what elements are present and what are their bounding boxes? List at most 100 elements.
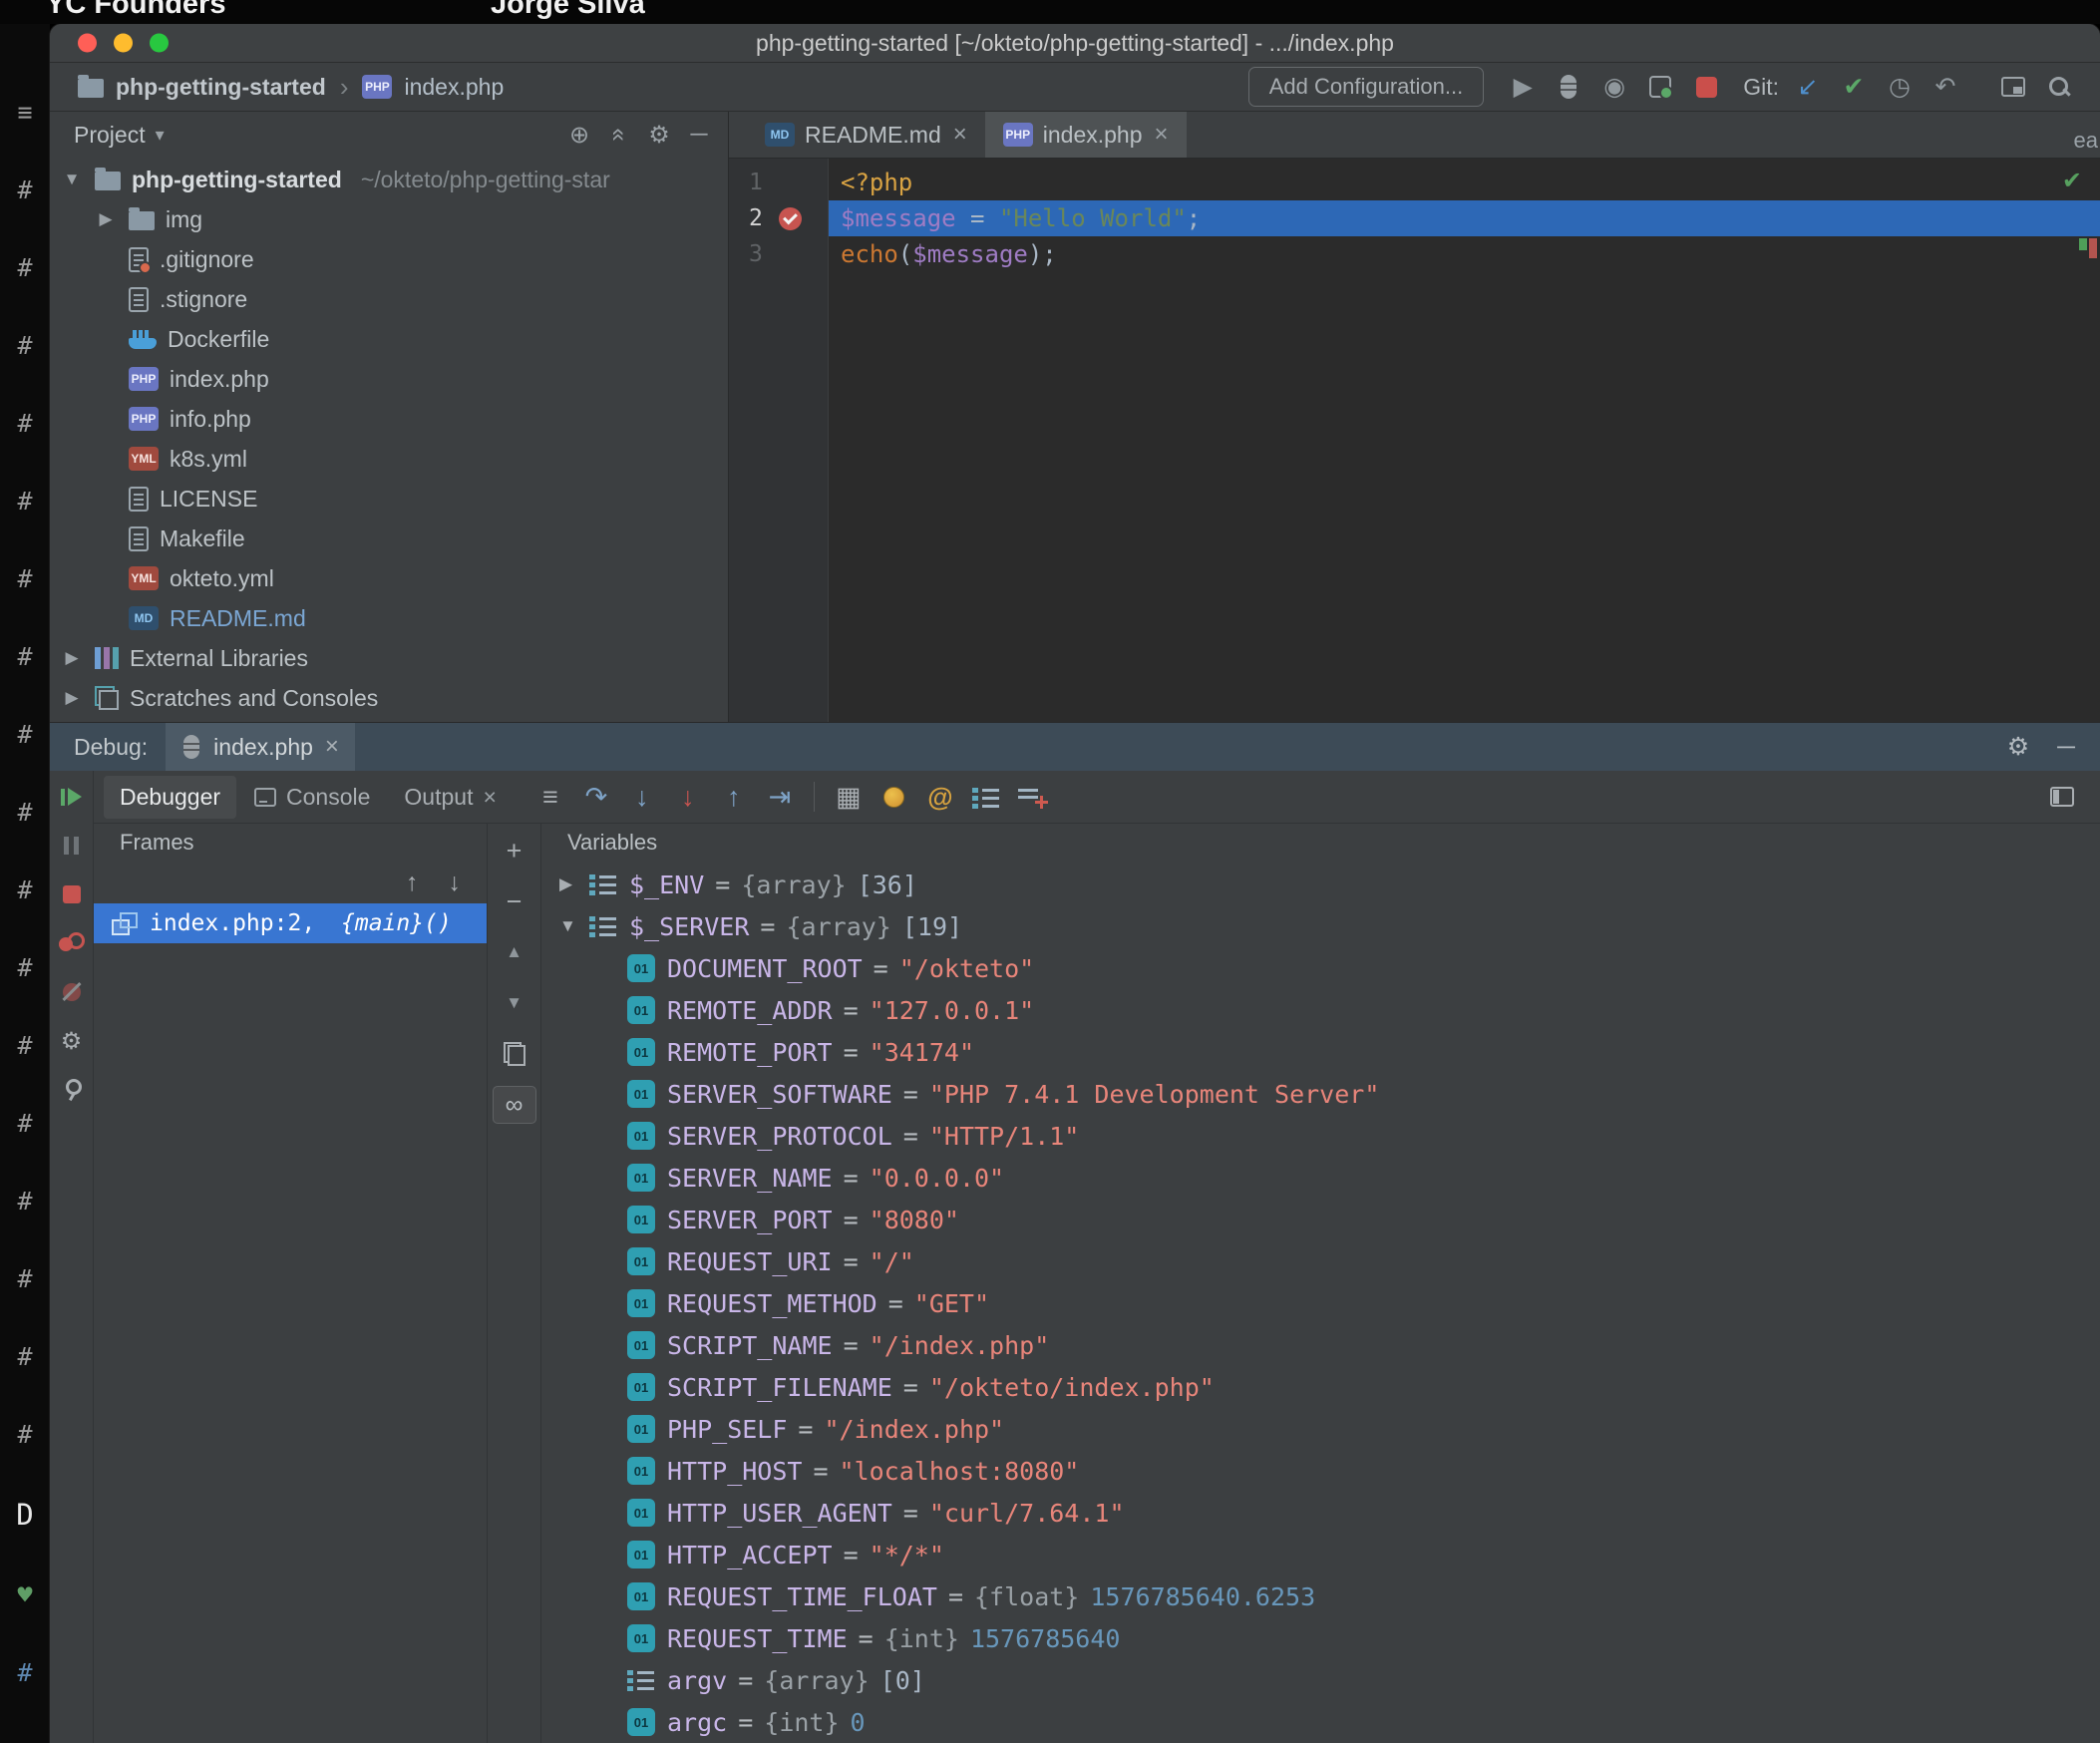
code-line[interactable]: <?php <box>829 165 2100 200</box>
variable-row[interactable]: 01 SCRIPT_NAME = "/index.php" <box>541 1324 2100 1366</box>
tree-row-root[interactable]: ▼ php-getting-started ~/okteto/php-getti… <box>50 160 728 199</box>
hide-panel-button[interactable]: ─ <box>680 116 718 154</box>
add-to-watches-button[interactable] <box>1010 776 1054 818</box>
gutter-line[interactable]: 1 <box>729 165 828 200</box>
tab-debugger[interactable]: Debugger <box>104 776 236 819</box>
chevron-down-icon[interactable]: ▼ <box>559 916 589 936</box>
restore-layout-button[interactable] <box>2040 776 2084 818</box>
add-configuration-button[interactable]: Add Configuration... <box>1248 67 1484 107</box>
frame-up-button[interactable]: ↑ <box>406 869 419 897</box>
debug-button[interactable] <box>1548 66 1589 108</box>
run-to-cursor-button[interactable]: ⇥ <box>758 776 802 818</box>
project-panel-header[interactable]: Project ▾ ⊕ « ⚙ ─ <box>50 112 728 158</box>
variable-row[interactable]: 01 HTTP_ACCEPT = "*/*" <box>541 1534 2100 1575</box>
line-number[interactable]: 1 <box>749 170 763 195</box>
editor-tab-readme[interactable]: MD README.md × <box>747 112 985 158</box>
tree-row[interactable]: ▶ img <box>50 199 728 239</box>
step-into-button[interactable]: ↓ <box>620 776 664 818</box>
stop-button[interactable] <box>55 878 89 910</box>
breadcrumb-project[interactable]: php-getting-started <box>116 74 326 101</box>
run-button[interactable]: ▶ <box>1502 66 1544 108</box>
variable-row[interactable]: 01 SERVER_PROTOCOL = "HTTP/1.1" <box>541 1115 2100 1157</box>
tree-row[interactable]: MD README.md <box>50 598 728 638</box>
tree-row[interactable]: .gitignore <box>50 239 728 279</box>
line-number[interactable]: 3 <box>749 241 763 267</box>
annotations-button[interactable]: @ <box>918 776 962 818</box>
variable-row[interactable]: 01 SERVER_PORT = "8080" <box>541 1199 2100 1240</box>
inspections-ok-icon[interactable]: ✔ <box>2062 167 2082 195</box>
debug-header[interactable]: Debug: index.php × ⚙ ─ <box>50 723 2100 771</box>
php-listen-button[interactable] <box>873 776 916 818</box>
line-number[interactable]: 2 <box>749 205 763 231</box>
hide-debug-panel-button[interactable]: ─ <box>2046 727 2086 767</box>
editor-tab-index-php[interactable]: PHP index.php × <box>985 112 1187 158</box>
variable-row[interactable]: 01 PHP_SELF = "/index.php" <box>541 1408 2100 1450</box>
chevron-right-icon[interactable]: ▶ <box>60 688 84 708</box>
close-icon[interactable]: × <box>953 121 967 149</box>
variable-row[interactable]: 01 REQUEST_TIME_FLOAT = {float} 15767856… <box>541 1575 2100 1617</box>
pause-button[interactable] <box>55 830 89 862</box>
debugger-settings-button[interactable]: ⚙ <box>55 1025 89 1057</box>
tab-output[interactable]: Output× <box>388 776 512 819</box>
coverage-button[interactable]: ◉ <box>1593 66 1635 108</box>
minimize-window-button[interactable] <box>114 34 133 53</box>
history-button[interactable]: ◷ <box>1879 66 1921 108</box>
caret-down-icon[interactable]: ▾ <box>156 125 165 146</box>
variable-row[interactable]: 01 HTTP_USER_AGENT = "curl/7.64.1" <box>541 1492 2100 1534</box>
chevron-down-icon[interactable]: ▼ <box>60 170 84 189</box>
code-line-execution[interactable]: $message = "Hello World"; <box>829 200 2100 236</box>
code-pane[interactable]: <?php $message = "Hello World"; echo($me… <box>829 159 2100 722</box>
close-icon[interactable]: × <box>325 733 339 761</box>
move-up-button[interactable]: ▲ <box>495 933 534 971</box>
variable-row[interactable]: ▶ $_ENV = {array} [36] <box>541 864 2100 905</box>
tree-row[interactable]: Dockerfile <box>50 319 728 359</box>
chevron-right-icon[interactable]: ▶ <box>559 874 589 894</box>
chevron-right-icon[interactable]: ▶ <box>94 209 118 229</box>
view-breakpoints-button[interactable] <box>55 927 89 959</box>
commit-button[interactable]: ✔ <box>1833 66 1875 108</box>
frame-row-selected[interactable]: index.php:2, {main}() <box>94 903 487 943</box>
variable-row[interactable]: 01 SERVER_NAME = "0.0.0.0" <box>541 1157 2100 1199</box>
variable-row[interactable]: 01 argc = {int} 0 <box>541 1701 2100 1743</box>
variable-row[interactable]: 01 DOCUMENT_ROOT = "/okteto" <box>541 947 2100 989</box>
mute-breakpoints-button[interactable] <box>55 976 89 1008</box>
variable-row[interactable]: 01 REQUEST_TIME = {int} 1576785640 <box>541 1617 2100 1659</box>
rollback-button[interactable]: ↶ <box>1925 66 1966 108</box>
variable-row[interactable]: 01 SERVER_SOFTWARE = "PHP 7.4.1 Developm… <box>541 1073 2100 1115</box>
tab-console[interactable]: Console <box>238 776 386 819</box>
step-over-button[interactable]: ↷ <box>574 776 618 818</box>
stop-button[interactable] <box>1685 66 1727 108</box>
project-settings-button[interactable]: ⚙ <box>640 116 678 154</box>
gutter-line[interactable]: 3 <box>729 236 828 272</box>
show-watches-toggle[interactable]: ∞ <box>493 1086 536 1124</box>
window-titlebar[interactable]: php-getting-started [~/okteto/php-gettin… <box>50 24 2100 63</box>
variable-row[interactable]: ▼ $_SERVER = {array} [19] <box>541 905 2100 947</box>
resume-button[interactable] <box>55 781 89 813</box>
breakpoint-icon[interactable] <box>779 207 802 230</box>
variable-row[interactable]: 01 REMOTE_ADDR = "127.0.0.1" <box>541 989 2100 1031</box>
copy-button[interactable] <box>495 1035 534 1073</box>
tree-row-scratches[interactable]: ▶ Scratches and Consoles <box>50 678 728 718</box>
tree-row[interactable]: .stignore <box>50 279 728 319</box>
close-icon[interactable]: × <box>483 784 496 811</box>
variable-row[interactable]: argv = {array} [0] <box>541 1659 2100 1701</box>
frame-down-button[interactable]: ↓ <box>449 869 462 897</box>
editor-gutter[interactable]: 1 2 3 <box>729 159 829 722</box>
code-line[interactable]: echo($message); <box>829 236 2100 272</box>
close-window-button[interactable] <box>78 34 97 53</box>
tree-row-external-libraries[interactable]: ▶ External Libraries <box>50 638 728 678</box>
tree-row[interactable]: YML k8s.yml <box>50 439 728 479</box>
chevron-right-icon[interactable]: ▶ <box>60 648 84 668</box>
ordered-list-button[interactable] <box>964 776 1008 818</box>
view-as-grid-button[interactable]: ▦ <box>827 776 871 818</box>
hide-windows-button[interactable] <box>1992 66 2034 108</box>
gutter-line[interactable]: 2 <box>729 200 828 236</box>
variable-row[interactable]: 01 REQUEST_URI = "/" <box>541 1240 2100 1282</box>
show-execution-point-button[interactable]: ≡ <box>528 776 572 818</box>
breadcrumb-file[interactable]: index.php <box>404 74 504 101</box>
pin-tab-button[interactable] <box>55 1074 89 1106</box>
collapse-all-button[interactable]: « <box>600 116 638 154</box>
step-out-button[interactable]: ↑ <box>712 776 756 818</box>
variable-row[interactable]: 01 SCRIPT_FILENAME = "/okteto/index.php" <box>541 1366 2100 1408</box>
debug-settings-button[interactable]: ⚙ <box>1998 727 2038 767</box>
